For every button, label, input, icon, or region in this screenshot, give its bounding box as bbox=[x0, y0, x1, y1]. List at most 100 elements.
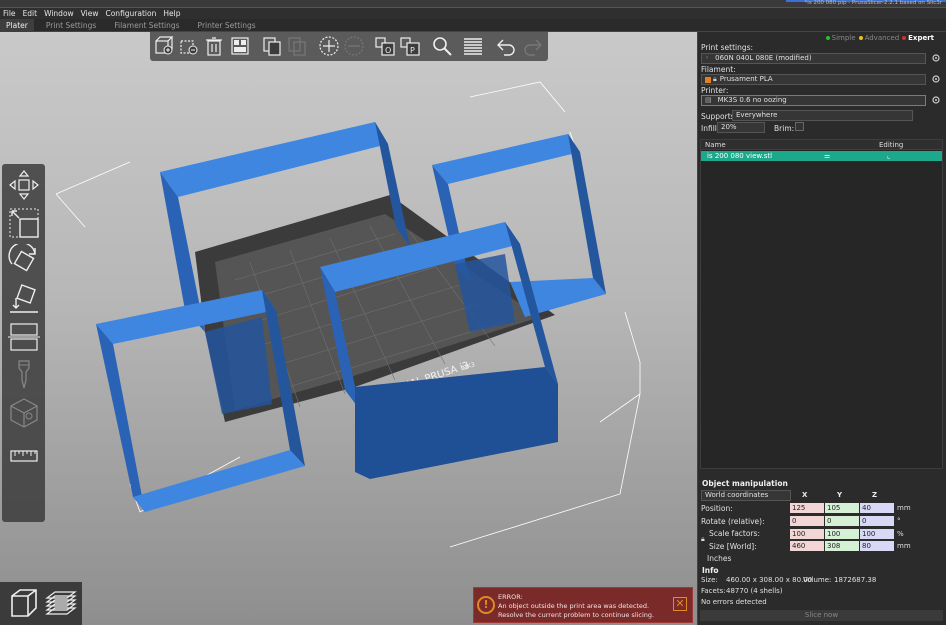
scale-lock-icon[interactable]: 🔒︎ bbox=[701, 535, 705, 544]
editing-icon[interactable]: ⌞ bbox=[887, 152, 890, 160]
tab-print-settings[interactable]: Print Settings bbox=[40, 19, 102, 32]
supports-combo[interactable]: Everywhere bbox=[732, 110, 913, 121]
scale-unit: % bbox=[897, 530, 904, 538]
printer-label: Printer: bbox=[701, 86, 729, 95]
mode-simple[interactable]: Simple bbox=[825, 34, 856, 42]
cut-icon[interactable] bbox=[7, 320, 41, 354]
infill-combo[interactable]: 20% bbox=[717, 122, 765, 133]
axis-z-label: Z bbox=[872, 491, 878, 499]
mode-advanced[interactable]: Advanced bbox=[858, 34, 899, 42]
column-editing[interactable]: Editing bbox=[879, 141, 903, 149]
menu-edit[interactable]: Edit bbox=[23, 9, 38, 18]
mode-expert[interactable]: Expert bbox=[902, 34, 934, 42]
rotate-y-input[interactable]: 0 bbox=[825, 516, 859, 526]
left-toolbar bbox=[2, 164, 45, 522]
size-y-input[interactable]: 308 bbox=[825, 541, 859, 551]
size-label: Size [World]: bbox=[709, 542, 757, 551]
delete-all-icon[interactable] bbox=[203, 35, 225, 57]
mode-expert-label: Expert bbox=[908, 34, 934, 42]
infill-value: 20% bbox=[721, 123, 737, 131]
filament-color-swatch bbox=[705, 76, 711, 83]
coordinates-combo[interactable]: World coordinates bbox=[701, 490, 791, 501]
title-bar: *is 200 080 pip - PrusaSlicer-2.2.1 base… bbox=[0, 0, 946, 8]
rotate-z-input[interactable]: 0 bbox=[860, 516, 894, 526]
preview-icon[interactable] bbox=[43, 586, 79, 622]
position-z-input[interactable]: 40 bbox=[860, 503, 894, 513]
split-objects-icon[interactable]: O bbox=[374, 35, 396, 57]
search-icon[interactable] bbox=[431, 35, 453, 57]
rotate-icon[interactable] bbox=[7, 244, 41, 278]
arrange-icon[interactable] bbox=[229, 35, 251, 57]
print-settings-combo[interactable]: ◦ 060N 040L 080E (modified) bbox=[701, 53, 926, 64]
printer-combo[interactable]: ▤ MK3S 0.6 no oozing bbox=[701, 95, 926, 106]
supports-value: Everywhere bbox=[736, 111, 778, 119]
3d-viewport[interactable]: ORIGINAL PRUSA i3 MK3 by Josef Prusa bbox=[0, 32, 697, 625]
error-title: ERROR: bbox=[498, 593, 523, 601]
menu-help[interactable]: Help bbox=[163, 9, 180, 18]
object-list[interactable]: Name Editing is 200 080 view.stl ⚌ ⌞ bbox=[700, 139, 943, 469]
tab-plater[interactable]: Plater bbox=[0, 19, 34, 32]
hollow-icon[interactable] bbox=[7, 396, 41, 430]
window-title: *is 200 080 pip - PrusaSlicer-2.2.1 base… bbox=[804, 0, 942, 6]
support-points-icon[interactable] bbox=[7, 358, 41, 392]
measure-icon[interactable] bbox=[7, 439, 41, 473]
object-manipulation-title: Object manipulation bbox=[702, 479, 788, 488]
mode-simple-dot bbox=[825, 36, 830, 40]
filament-label: Filament: bbox=[701, 65, 736, 74]
svg-text:O: O bbox=[385, 46, 391, 55]
print-settings-gear-icon[interactable] bbox=[931, 53, 941, 63]
scale-z-input[interactable]: 100 bbox=[860, 529, 894, 539]
place-on-face-icon[interactable] bbox=[7, 282, 41, 316]
info-size-value: 460.00 x 308.00 x 80.00 bbox=[726, 576, 813, 584]
copy-icon[interactable] bbox=[261, 35, 283, 57]
menu-configuration[interactable]: Configuration bbox=[105, 9, 156, 18]
brim-checkbox[interactable] bbox=[795, 122, 804, 131]
rotate-x-input[interactable]: 0 bbox=[790, 516, 824, 526]
print-settings-value: 060N 040L 080E (modified) bbox=[715, 54, 812, 62]
scale-x-input[interactable]: 100 bbox=[790, 529, 824, 539]
layers-editing-icon[interactable] bbox=[462, 35, 484, 57]
3d-view-icon[interactable] bbox=[4, 586, 40, 622]
object-name: is 200 080 view.stl bbox=[707, 152, 773, 160]
inches-label[interactable]: Inches bbox=[707, 554, 731, 563]
position-x-input[interactable]: 125 bbox=[790, 503, 824, 513]
printer-icon: ▤ bbox=[705, 96, 712, 104]
split-parts-icon[interactable]: P bbox=[399, 35, 421, 57]
menu-window[interactable]: Window bbox=[44, 9, 74, 18]
info-volume-value: 1872687.38 bbox=[834, 576, 877, 584]
scene-canvas[interactable]: ORIGINAL PRUSA i3 MK3 by Josef Prusa bbox=[0, 32, 697, 625]
menu-view[interactable]: View bbox=[81, 9, 99, 18]
scale-icon[interactable] bbox=[7, 206, 41, 240]
move-icon[interactable] bbox=[7, 168, 41, 202]
brim-label: Brim: bbox=[774, 124, 795, 133]
filament-gear-icon[interactable] bbox=[931, 74, 941, 84]
scale-y-input[interactable]: 100 bbox=[825, 529, 859, 539]
redo-icon[interactable] bbox=[522, 35, 544, 57]
remove-instance-icon[interactable] bbox=[343, 35, 365, 57]
list-item[interactable]: is 200 080 view.stl ⚌ ⌞ bbox=[701, 151, 942, 161]
tab-printer-settings[interactable]: Printer Settings bbox=[192, 19, 262, 32]
column-name[interactable]: Name bbox=[705, 141, 726, 149]
delete-icon[interactable] bbox=[178, 35, 200, 57]
undo-icon[interactable] bbox=[495, 35, 517, 57]
settings-icon[interactable]: ⚌ bbox=[824, 152, 830, 160]
mode-expert-dot bbox=[902, 36, 907, 40]
svg-text:P: P bbox=[410, 46, 415, 55]
menu-file[interactable]: File bbox=[3, 9, 16, 18]
info-facets-value: 48770 (4 shells) bbox=[726, 587, 783, 595]
size-z-input[interactable]: 80 bbox=[860, 541, 894, 551]
size-x-input[interactable]: 460 bbox=[790, 541, 824, 551]
axis-y-label: Y bbox=[837, 491, 843, 499]
close-icon[interactable]: ✕ bbox=[673, 597, 687, 611]
tab-filament-settings[interactable]: Filament Settings bbox=[108, 19, 185, 32]
printer-gear-icon[interactable] bbox=[931, 95, 941, 105]
menu-bar: File Edit Window View Configuration Help bbox=[0, 8, 946, 19]
filament-combo[interactable]: 🔒︎ Prusament PLA bbox=[701, 74, 926, 85]
position-y-input[interactable]: 105 bbox=[825, 503, 859, 513]
add-instance-icon[interactable] bbox=[318, 35, 340, 57]
paste-icon[interactable] bbox=[286, 35, 308, 57]
slice-now-button[interactable]: Slice now bbox=[700, 610, 943, 621]
add-icon[interactable] bbox=[153, 35, 175, 57]
scale-label: Scale factors: bbox=[709, 529, 760, 538]
printer-value: MK3S 0.6 no oozing bbox=[717, 96, 787, 104]
